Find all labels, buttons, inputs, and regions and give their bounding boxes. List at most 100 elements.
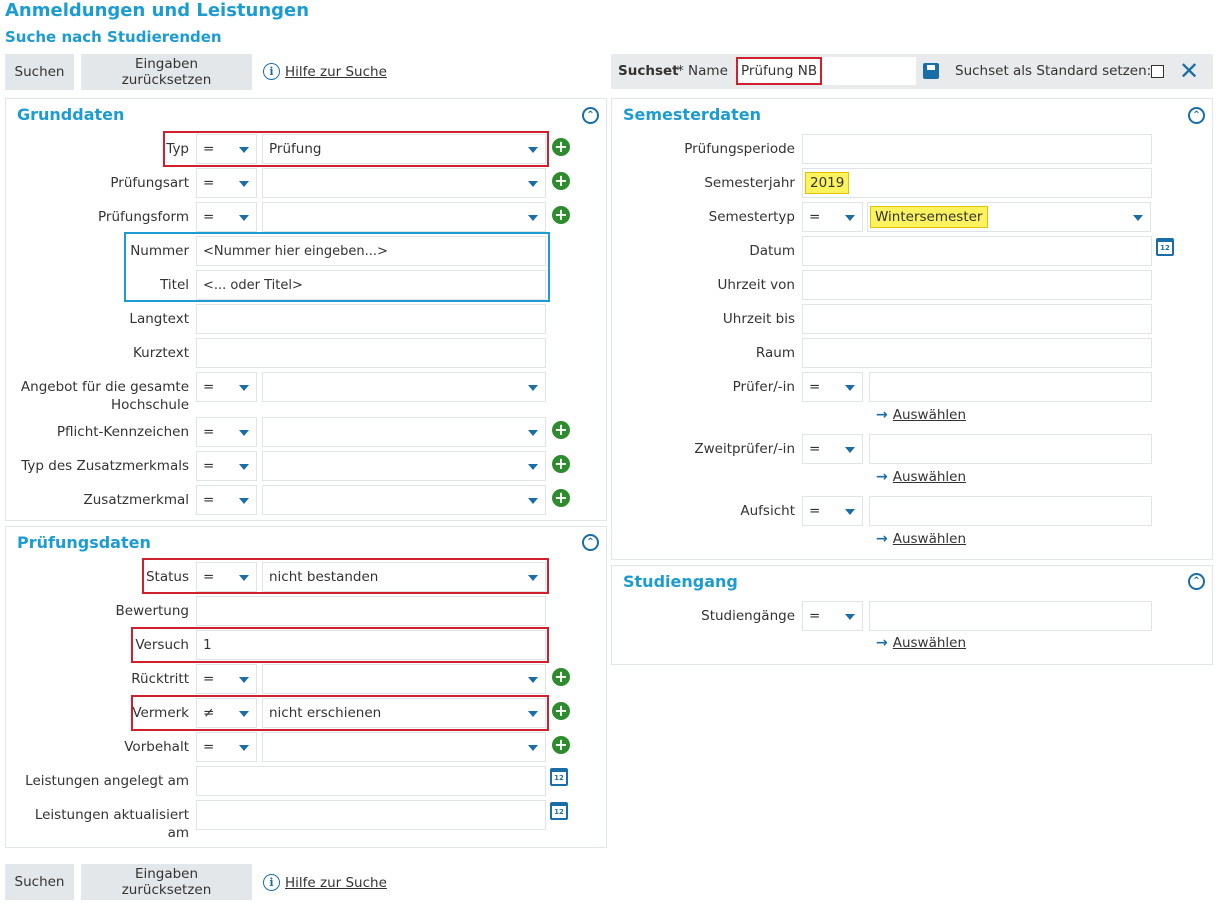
pflicht-select[interactable] [262, 417, 546, 447]
studiengaenge-operator-value: = [809, 608, 821, 624]
bis-label: Uhrzeit bis [722, 311, 795, 327]
typ-select[interactable]: Prüfung [262, 134, 546, 164]
status-select[interactable]: nicht bestanden [262, 562, 546, 592]
plus-icon[interactable]: + [552, 138, 570, 156]
vermerk-operator-value: ≠ [203, 705, 215, 721]
collapse-icon[interactable]: ⌃ [582, 534, 599, 551]
caret-down-icon [528, 575, 538, 581]
kurztext-input[interactable] [196, 338, 546, 368]
angebot-operator[interactable]: = [196, 372, 257, 402]
zweitpruefer-input[interactable] [869, 434, 1152, 464]
collapse-icon[interactable]: ⌃ [582, 107, 599, 124]
caret-down-icon [239, 181, 249, 187]
status-operator-value: = [203, 569, 215, 585]
zusatz-label: Zusatzmerkmal [83, 492, 190, 508]
plus-icon[interactable]: + [552, 206, 570, 224]
pruefungsform-operator-value: = [203, 209, 215, 225]
periode-input[interactable] [802, 134, 1152, 164]
help-link-bottom[interactable]: i Hilfe zur Suche [263, 874, 387, 891]
versuch-label: Versuch [135, 637, 189, 653]
pruefer-select-link[interactable]: → Auswählen [876, 407, 966, 423]
plus-icon[interactable]: + [552, 702, 570, 720]
aufsicht-operator[interactable]: = [802, 496, 863, 526]
search-button[interactable]: Suchen [5, 54, 74, 90]
aufsicht-input[interactable] [869, 496, 1152, 526]
aufsicht-select-link[interactable]: → Auswählen [876, 531, 966, 547]
studiengaenge-input[interactable] [869, 601, 1152, 631]
calendar-icon[interactable]: 12 [550, 768, 568, 786]
suchset-name-label: * Name [677, 63, 728, 79]
search-button-bottom[interactable]: Suchen [5, 864, 74, 900]
caret-down-icon [528, 430, 538, 436]
zusatz-operator[interactable]: = [196, 485, 257, 515]
studiengaenge-select-link[interactable]: → Auswählen [876, 635, 966, 651]
zweitpruefer-select-link[interactable]: → Auswählen [876, 469, 966, 485]
angebot-select[interactable] [262, 372, 546, 402]
versuch-input[interactable]: 1 [196, 630, 546, 660]
langtext-label: Langtext [129, 311, 189, 327]
pflicht-operator[interactable]: = [196, 417, 257, 447]
calendar-icon[interactable]: 12 [1156, 238, 1174, 256]
caret-down-icon [239, 498, 249, 504]
plus-icon[interactable]: + [552, 421, 570, 439]
plus-icon[interactable]: + [552, 489, 570, 507]
pruefungsart-select[interactable] [262, 168, 546, 198]
vorbehalt-operator[interactable]: = [196, 732, 257, 762]
langtext-input[interactable] [196, 304, 546, 334]
pruefungsart-operator-value: = [203, 175, 215, 191]
plus-icon[interactable]: + [552, 736, 570, 754]
raum-input[interactable] [802, 338, 1152, 368]
bewertung-input[interactable] [196, 596, 546, 626]
suchset-name-input[interactable]: Prüfung NB [736, 57, 822, 85]
bis-input[interactable] [802, 304, 1152, 334]
status-operator[interactable]: = [196, 562, 257, 592]
arrow-right-icon: → [876, 407, 888, 423]
pruefer-input[interactable] [869, 372, 1152, 402]
angelegt-input[interactable] [196, 766, 546, 796]
caret-down-icon [845, 215, 855, 221]
semestertyp-operator[interactable]: = [802, 202, 863, 232]
von-input[interactable] [802, 270, 1152, 300]
pruefer-operator[interactable]: = [802, 372, 863, 402]
vermerk-operator[interactable]: ≠ [196, 698, 257, 728]
typ-operator[interactable]: = [196, 134, 257, 164]
semestertyp-select[interactable]: Wintersemester [867, 202, 1151, 232]
datum-input[interactable] [802, 236, 1152, 266]
reset-button[interactable]: Eingaben zurücksetzen [81, 54, 252, 90]
vermerk-select[interactable]: nicht erschienen [262, 698, 546, 728]
typ-label: Typ [166, 141, 189, 157]
ruecktritt-select[interactable] [262, 664, 546, 694]
typzusatz-operator[interactable]: = [196, 451, 257, 481]
nummer-input[interactable]: <Nummer hier eingeben...> [196, 236, 546, 266]
typzusatz-operator-value: = [203, 458, 215, 474]
vorbehalt-select[interactable] [262, 732, 546, 762]
save-icon[interactable] [923, 63, 939, 79]
reset-button-bottom[interactable]: Eingaben zurücksetzen [81, 864, 252, 900]
help-link[interactable]: i Hilfe zur Suche [263, 63, 387, 80]
plus-icon[interactable]: + [552, 455, 570, 473]
collapse-icon[interactable]: ⌃ [1188, 573, 1205, 590]
pruefungsform-operator[interactable]: = [196, 202, 257, 232]
studiengaenge-operator[interactable]: = [802, 601, 863, 631]
zweitpruefer-operator[interactable]: = [802, 434, 863, 464]
calendar-icon[interactable]: 12 [550, 802, 568, 820]
titel-input[interactable]: <... oder Titel> [196, 270, 546, 300]
vermerk-label: Vermerk [132, 705, 189, 721]
ruecktritt-operator-value: = [203, 671, 215, 687]
plus-icon[interactable]: + [552, 172, 570, 190]
pruefungsart-operator[interactable]: = [196, 168, 257, 198]
close-icon[interactable]: ✕ [1179, 59, 1199, 83]
plus-icon[interactable]: + [552, 668, 570, 686]
zweitpruefer-operator-value: = [809, 441, 821, 457]
zusatz-select[interactable] [262, 485, 546, 515]
typzusatz-select[interactable] [262, 451, 546, 481]
pruefungsform-select[interactable] [262, 202, 546, 232]
suchset-default-checkbox[interactable] [1151, 65, 1164, 78]
ruecktritt-operator[interactable]: = [196, 664, 257, 694]
studiengaenge-label: Studiengänge [701, 608, 795, 624]
aktualisiert-input[interactable] [196, 800, 546, 830]
collapse-icon[interactable]: ⌃ [1188, 107, 1205, 124]
jahr-input[interactable]: 2019 [802, 168, 1152, 198]
aufsicht-operator-value: = [809, 503, 821, 519]
pruefer-select-label: Auswählen [892, 407, 967, 423]
